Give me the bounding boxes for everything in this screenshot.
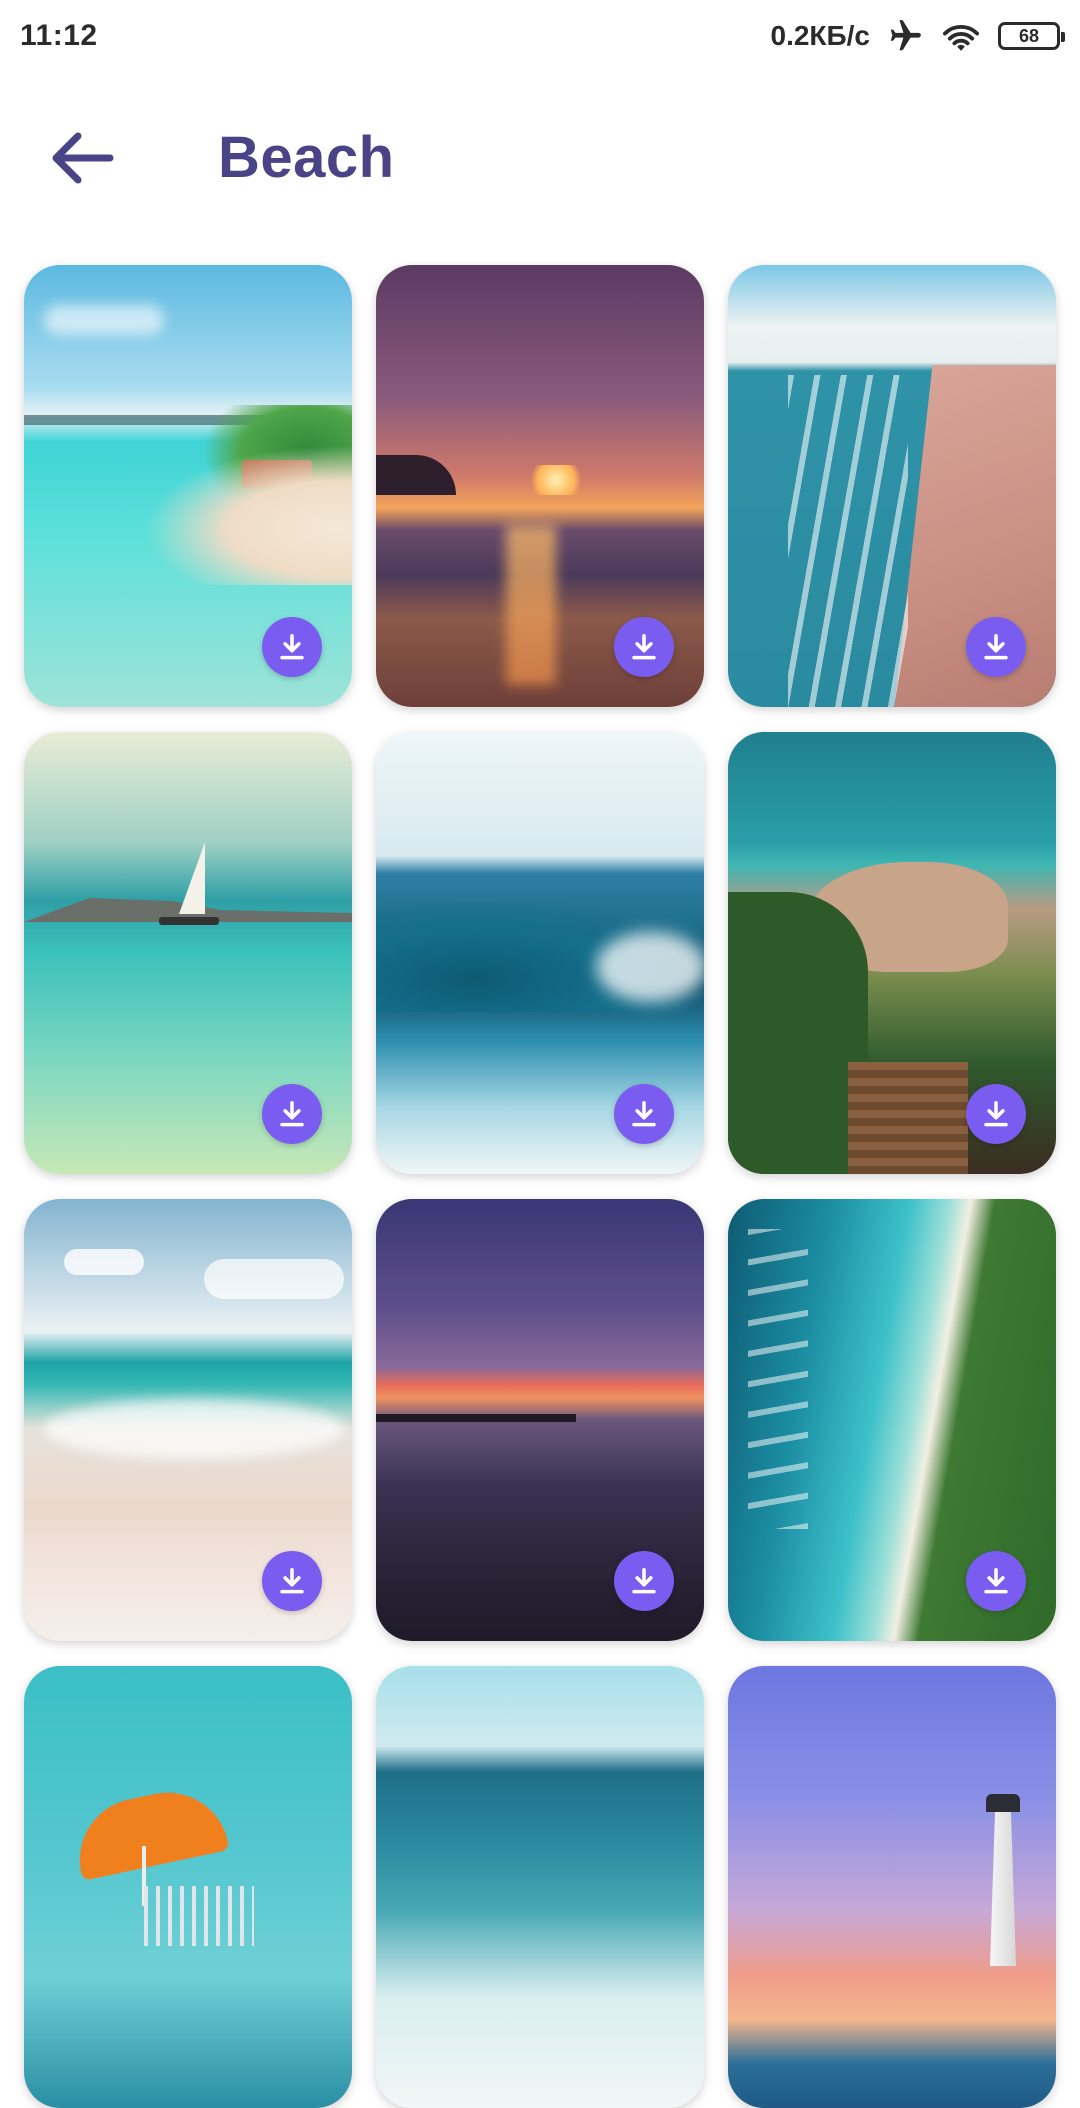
wallpaper-card[interactable] [376,1199,704,1641]
download-button[interactable] [966,1551,1026,1611]
download-icon [632,1101,656,1127]
wallpaper-grid [24,265,1064,2108]
wifi-icon [940,18,982,54]
download-icon [280,1101,304,1127]
download-icon [984,634,1008,660]
wallpaper-card[interactable] [376,265,704,707]
download-icon [984,1568,1008,1594]
arrow-left-icon [50,130,114,191]
download-button[interactable] [262,1551,322,1611]
wallpaper-card[interactable] [728,1199,1056,1641]
download-icon [280,634,304,660]
wallpaper-image [376,1666,704,2108]
wallpaper-card[interactable] [728,1666,1056,2108]
network-speed: 0.2КБ/с [770,20,871,51]
app-bar: Beach [0,100,1080,220]
back-button[interactable] [44,122,120,198]
download-button[interactable] [262,1084,322,1144]
wallpaper-card[interactable] [728,265,1056,707]
download-button[interactable] [614,617,674,677]
wallpaper-card[interactable] [24,1199,352,1641]
battery-icon: 68 [998,22,1065,50]
status-right: 0.2КБ/с 68 [770,17,1065,55]
wallpaper-card[interactable] [376,732,704,1174]
airplane-icon [886,17,924,55]
wallpaper-card[interactable] [376,1666,704,2108]
download-icon [632,634,656,660]
download-button[interactable] [966,617,1026,677]
download-button[interactable] [614,1084,674,1144]
wallpaper-image [728,1666,1056,2108]
status-bar: 11:12 0.2КБ/с 68 [0,0,1080,72]
download-icon [632,1568,656,1594]
wallpaper-card[interactable] [24,1666,352,2108]
wallpaper-card[interactable] [24,265,352,707]
wallpaper-image [24,1666,352,2108]
wallpaper-card[interactable] [24,732,352,1174]
download-button[interactable] [966,1084,1026,1144]
download-button[interactable] [614,1551,674,1611]
download-button[interactable] [262,617,322,677]
page-title: Beach [218,125,395,190]
download-icon [280,1568,304,1594]
download-icon [984,1101,1008,1127]
status-time: 11:12 [20,19,98,52]
wallpaper-card[interactable] [728,732,1056,1174]
battery-level: 68 [1018,25,1040,46]
